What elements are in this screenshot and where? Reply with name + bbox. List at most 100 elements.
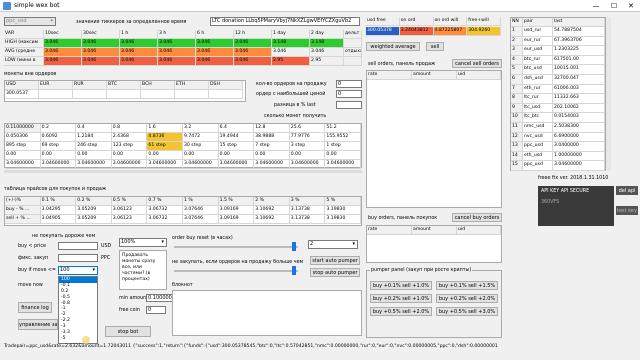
stop-bot-button[interactable]: stop bot (105, 326, 151, 337)
price-header: 0.5 % (111, 197, 148, 206)
var-header: 30sec (82, 30, 120, 39)
pump-button-1[interactable]: buy +0.1% sell +1.0% (370, 281, 432, 290)
pairs-cell: 3.04600000 (553, 161, 605, 171)
var-cell: 3.046 (234, 48, 272, 57)
ladder-cell: 3.04600000 (183, 160, 219, 169)
manage-button[interactable]: управление за (18, 319, 58, 330)
price-sell-cell: 3.05209 (76, 215, 112, 224)
balance-header: ETH (175, 81, 209, 90)
ladder-cell: 246 step (76, 142, 112, 151)
ladder-cell: 0.00 (5, 151, 41, 160)
no-buy-slider[interactable] (174, 270, 298, 272)
buy-if-dropdown[interactable]: 100 -0.1 0.2 -0.5 -0.8 -1 -2 -2.2 -3 -3.3 -5 (58, 276, 98, 344)
diff-value (336, 101, 362, 109)
ladder-cell: 3 step (289, 142, 326, 151)
reset-slider[interactable] (174, 246, 298, 248)
fund-value: 3.24043812 (399, 27, 434, 36)
pump-button-2[interactable]: buy +0.1% sell +1.5% (436, 281, 498, 290)
pairs-header: NN (511, 18, 523, 27)
fund-value: 300.05378 (366, 27, 400, 36)
weighted-average-button[interactable]: weighted average (366, 42, 420, 51)
price-buy-cell: 3.09169 (218, 206, 255, 215)
ladder-cell: 3.04600000 (5, 160, 41, 169)
pair-select-value: ppc_usd (6, 18, 27, 24)
pairs-header: last (553, 18, 605, 27)
stop-pumper-button[interactable]: stop auto pumper (310, 268, 360, 277)
sell-count-label: кол-во ордеров на продажу (256, 82, 327, 87)
notes-textarea[interactable] (172, 290, 362, 336)
var-cell: 3.046 (158, 39, 196, 48)
del-api-button[interactable]: del api (616, 186, 638, 195)
reset-value: 2 (310, 241, 314, 247)
fix-buy-input[interactable] (58, 254, 98, 262)
buy-if-select[interactable]: 100 ▾ (58, 266, 98, 275)
maximize-icon[interactable]: ☐ (606, 1, 622, 11)
var-header: 1 h (120, 30, 158, 39)
finance-log-button[interactable]: finance log (18, 302, 52, 313)
pairs-cell: 3 (511, 46, 523, 56)
pump-button-6[interactable]: buy +0.5% sell +3.0% (436, 307, 498, 316)
pct-select[interactable]: 100% ▾ (119, 238, 167, 247)
cancel-sell-button[interactable]: cancel sell orders (452, 59, 502, 68)
price-sell-label: sell + % ... (5, 215, 41, 224)
price-sell-cell: 3.07646 (183, 215, 219, 224)
buy-if-value: 100 (60, 267, 70, 273)
pairs-cell: 4 (511, 55, 523, 66)
minimize-icon[interactable]: — (588, 1, 604, 11)
donation-field[interactable]: LTC donation LLbq5PMaryVbyj7NkXZLgwVEfYC… (210, 17, 360, 26)
ladder-cell: 3.04600000 (40, 160, 77, 169)
no-buy-slider-thumb[interactable] (292, 266, 296, 275)
buy-price-input[interactable] (58, 242, 98, 250)
balance-value: 300.0537 (5, 90, 39, 99)
reset-slider-thumb[interactable] (292, 242, 296, 251)
pairs-scrollbar[interactable] (606, 17, 611, 171)
price-buy-cell: 3.10692 (254, 206, 290, 215)
sell-button[interactable]: sell (426, 42, 444, 51)
start-pumper-button[interactable]: start auto pumper (310, 256, 360, 265)
ladder-cell: 3.2 (183, 124, 219, 133)
pairs-cell: 617501.00 (553, 55, 605, 66)
reset-select[interactable]: 2 ▾ (308, 240, 358, 249)
pairs-cell: eth_rur (523, 84, 553, 95)
ladder-cell: 0.00 (254, 151, 290, 160)
pairs-cell: 2.5038300 (553, 123, 605, 133)
pairs-cell: 3.0400000 (553, 142, 605, 152)
move-now-label[interactable]: move now (18, 283, 43, 288)
dropdown-option[interactable]: -5 (59, 336, 97, 342)
ladder-cell: 0.00 (325, 151, 361, 160)
fix-buy-unit: PPC (101, 256, 111, 261)
pairs-cell: ppc_usd (523, 161, 553, 171)
ladder-cell: 0.050306 (5, 133, 41, 142)
min-amount-input[interactable]: 0.1000000 (146, 294, 174, 302)
pump-button-3[interactable]: buy +0.2% sell +1.0% (370, 294, 432, 303)
cancel-buy-button[interactable]: cancel buy orders (452, 213, 502, 222)
ladder-cell: 9.7472 (183, 133, 219, 142)
free-coin-input[interactable]: 0 (146, 306, 166, 314)
ladder-cell: 123 step (111, 142, 148, 151)
ladder-cell: 3.04600000 (111, 160, 148, 169)
pairs-cell: 1.00000000 (553, 151, 605, 162)
price-buy-cell: 3.04295 (40, 206, 77, 215)
test-key-button[interactable]: test key (616, 206, 638, 215)
pair-select[interactable]: ppc_usd ▾ (4, 17, 56, 26)
price-buy-cell: 3.06732 (147, 206, 183, 215)
api-key-value[interactable]: 360VFS (541, 200, 559, 205)
pairs-cell: nmc_usd (523, 123, 553, 133)
ladder-cell: 3.04600000 (218, 160, 255, 169)
var-cell: 3.046 (44, 48, 82, 57)
price-sell-cell: 3.09169 (218, 215, 255, 224)
close-icon[interactable]: ✕ (623, 1, 639, 11)
price-header: 5 % (325, 197, 361, 206)
pump-button-5[interactable]: buy +0.5% sell +2.0% (370, 307, 432, 316)
min-amount-label: min amount (119, 296, 149, 301)
ladder-scrollbar[interactable] (4, 170, 362, 173)
ladder-cell: 3.04600000 (76, 160, 112, 169)
var-cell: 3.046 (196, 39, 234, 48)
window-title: simple wex bot (14, 2, 60, 9)
pump-button-4[interactable]: buy +0.2% sell +2.0% (436, 294, 498, 303)
pairs-table: NN pair last 1 usd_rur 54.7887504 2 eur_rur 67.3… (510, 17, 606, 171)
buy-if-label: buy if move <= (18, 268, 56, 273)
ladder-cell: 3.04600000 (254, 160, 290, 169)
balance-header: DSH (209, 81, 243, 90)
ladder-cell: 0.11000000 (5, 124, 41, 133)
